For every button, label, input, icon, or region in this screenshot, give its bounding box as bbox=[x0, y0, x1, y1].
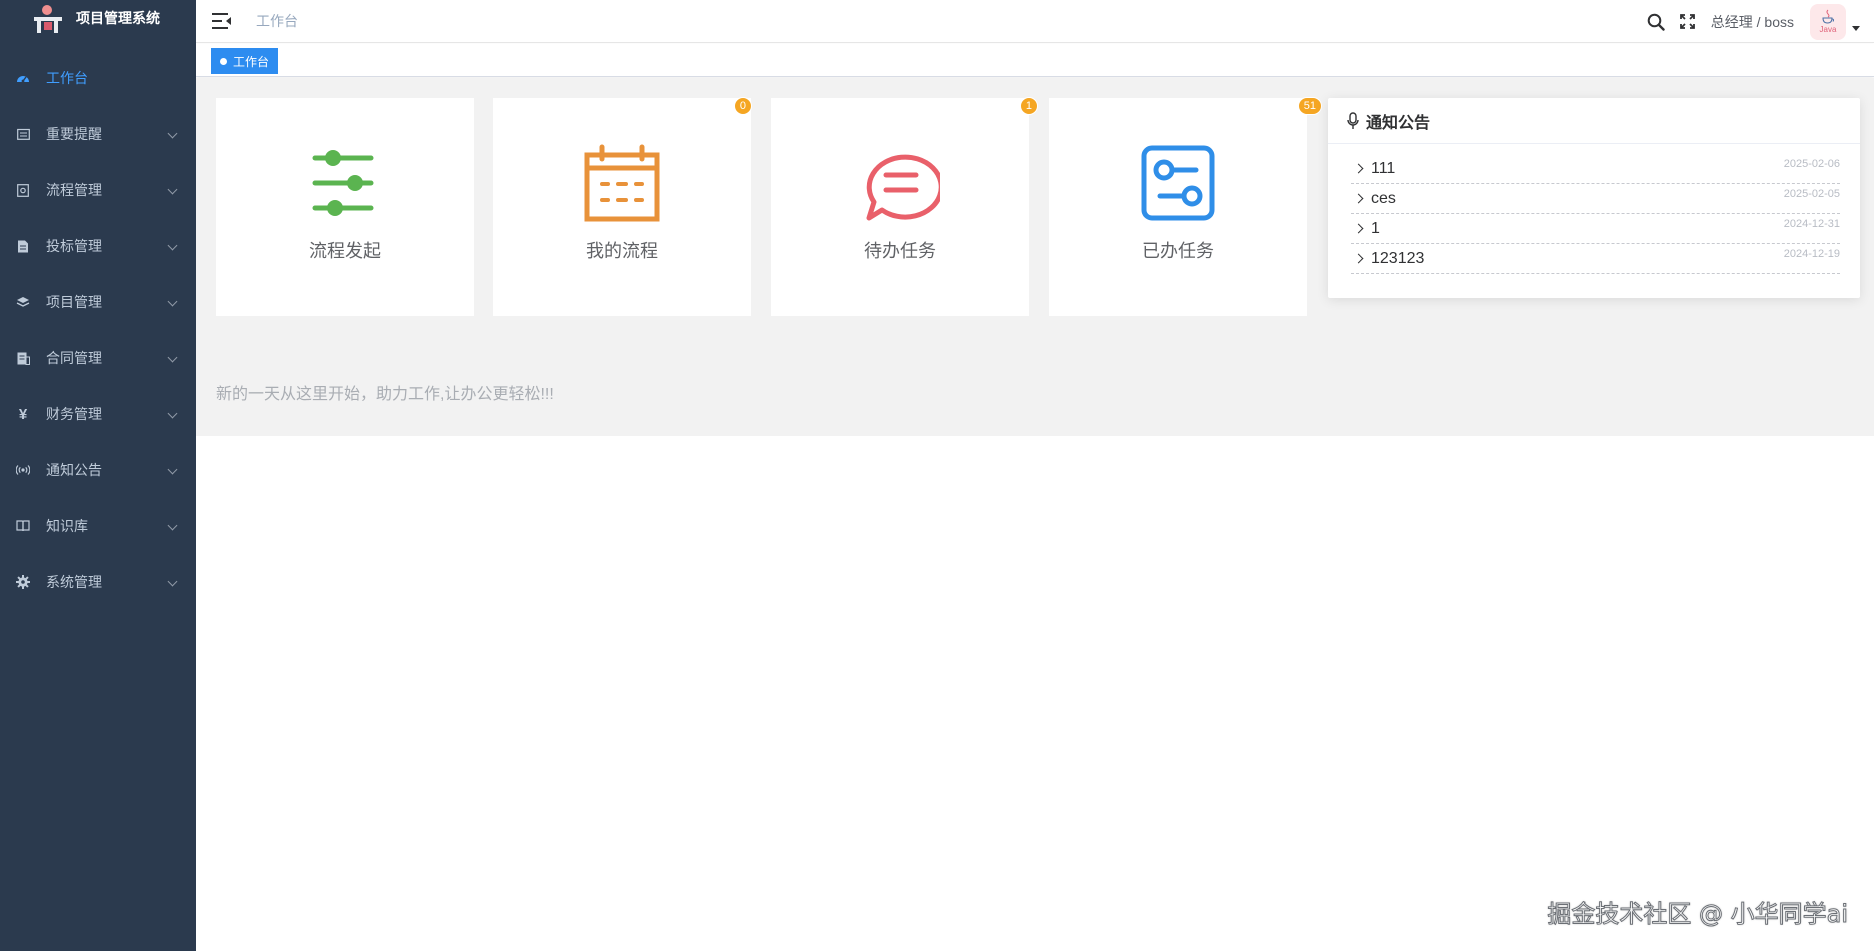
toggle-icon bbox=[1141, 145, 1215, 221]
document-icon bbox=[16, 239, 30, 253]
chat-icon bbox=[866, 154, 940, 221]
notice-item-title: 111 bbox=[1371, 159, 1396, 177]
notice-item-title: 1 bbox=[1371, 219, 1380, 237]
sidebar-item-label: 项目管理 bbox=[46, 294, 102, 310]
sidebar-item-label: 流程管理 bbox=[46, 182, 102, 198]
tag-label: 工作台 bbox=[233, 54, 270, 69]
active-dot-icon bbox=[220, 57, 227, 65]
book-icon bbox=[16, 519, 30, 533]
notice-item[interactable]: ces 2025-02-05 bbox=[1351, 184, 1840, 214]
chevron-down-icon bbox=[167, 408, 178, 419]
yen-icon: ¥ bbox=[18, 405, 28, 423]
search-icon[interactable] bbox=[1645, 11, 1667, 33]
calendar-icon bbox=[584, 144, 660, 222]
notice-item-title: 123123 bbox=[1371, 249, 1425, 267]
gear-icon bbox=[16, 575, 30, 589]
tags-view-bar: 工作台 bbox=[196, 44, 1874, 77]
notice-item[interactable]: 123123 2024-12-19 bbox=[1351, 244, 1840, 274]
card-start-process[interactable]: 流程发起 bbox=[216, 98, 474, 316]
chevron-down-icon bbox=[167, 464, 178, 475]
sidebar-item-label: 知识库 bbox=[46, 518, 88, 534]
sidebar-item-label: 投标管理 bbox=[46, 238, 102, 254]
notice-item-date: 2025-02-05 bbox=[1783, 188, 1840, 200]
java-cup-icon bbox=[1822, 9, 1835, 24]
notice-item[interactable]: 111 2025-02-06 bbox=[1351, 154, 1840, 184]
notice-title: 通知公告 bbox=[1366, 114, 1431, 132]
count-badge: 1 bbox=[1019, 97, 1038, 115]
app-logo-icon bbox=[32, 3, 64, 33]
card-label: 已办任务 bbox=[1142, 241, 1214, 261]
notice-item-title: ces bbox=[1371, 189, 1396, 207]
chevron-right-icon bbox=[1353, 253, 1364, 264]
card-label: 待办任务 bbox=[864, 241, 936, 261]
sidebar-item-finance[interactable]: ¥ 财务管理 bbox=[0, 386, 196, 442]
notice-item-date: 2024-12-31 bbox=[1783, 218, 1840, 230]
sidebar-item-projects[interactable]: 项目管理 bbox=[0, 274, 196, 330]
chevron-down-icon bbox=[167, 240, 178, 251]
sidebar-item-knowledge[interactable]: 知识库 bbox=[0, 498, 196, 554]
sidebar: 项目管理系统 工作台 重要提醒 流程管理 投标管理 项目管理 合同管理 ¥ 财务… bbox=[0, 0, 196, 951]
app-title: 项目管理系统 bbox=[76, 10, 160, 26]
count-badge: 51 bbox=[1297, 97, 1322, 115]
breadcrumb[interactable]: 工作台 bbox=[256, 11, 298, 31]
sidebar-item-label: 通知公告 bbox=[46, 462, 102, 478]
card-todo-tasks[interactable]: 1 待办任务 bbox=[771, 97, 1038, 316]
watermark: 掘金技术社区 @ 小华同学ai bbox=[1547, 900, 1849, 929]
chevron-down-icon bbox=[167, 520, 178, 531]
chevron-down-icon bbox=[167, 128, 178, 139]
sidebar-item-label: 合同管理 bbox=[46, 350, 102, 366]
sliders-icon bbox=[312, 150, 374, 216]
main-content: 流程发起 0 我的流程 1 待办任务 51 已办任务 通知公告 111 2025… bbox=[196, 78, 1874, 436]
sidebar-item-dashboard[interactable]: 工作台 bbox=[0, 50, 196, 106]
caret-down-icon[interactable] bbox=[1852, 26, 1860, 31]
sidebar-menu: 工作台 重要提醒 流程管理 投标管理 项目管理 合同管理 ¥ 财务管理 通知公告… bbox=[0, 50, 196, 610]
user-role-label[interactable]: 总经理 / boss bbox=[1711, 12, 1794, 32]
sidebar-item-bidding[interactable]: 投标管理 bbox=[0, 218, 196, 274]
brand[interactable]: 项目管理系统 bbox=[0, 0, 196, 36]
count-badge: 0 bbox=[733, 97, 752, 115]
sidebar-item-notices[interactable]: 通知公告 bbox=[0, 442, 196, 498]
card-my-process[interactable]: 0 我的流程 bbox=[493, 97, 752, 316]
sidebar-item-label: 工作台 bbox=[46, 70, 88, 86]
sidebar-item-label: 系统管理 bbox=[46, 574, 102, 590]
chevron-down-icon bbox=[167, 576, 178, 587]
broadcast-icon bbox=[16, 463, 30, 477]
avatar[interactable]: Java bbox=[1810, 3, 1846, 40]
chevron-down-icon bbox=[167, 296, 178, 307]
sidebar-item-label: 财务管理 bbox=[46, 406, 102, 422]
notice-list: 111 2025-02-06 ces 2025-02-05 1 2024-12-… bbox=[1351, 154, 1840, 274]
dashboard-icon bbox=[16, 71, 30, 85]
fullscreen-icon[interactable] bbox=[1677, 11, 1699, 33]
sidebar-item-label: 重要提醒 bbox=[46, 126, 102, 142]
card-label: 我的流程 bbox=[586, 241, 658, 261]
notice-item-date: 2024-12-19 bbox=[1783, 248, 1840, 260]
contract-icon bbox=[16, 351, 30, 365]
sidebar-item-system[interactable]: 系统管理 bbox=[0, 554, 196, 610]
card-label: 流程发起 bbox=[309, 241, 381, 261]
microphone-icon bbox=[1347, 111, 1359, 129]
welcome-tagline: 新的一天从这里开始，助力工作,让办公更轻松!!! bbox=[216, 386, 554, 403]
menu-toggle-icon[interactable] bbox=[212, 13, 232, 29]
chevron-down-icon bbox=[167, 352, 178, 363]
sidebar-item-contracts[interactable]: 合同管理 bbox=[0, 330, 196, 386]
sidebar-item-process[interactable]: 流程管理 bbox=[0, 162, 196, 218]
flow-icon bbox=[16, 183, 30, 197]
avatar-text: Java bbox=[1819, 25, 1837, 34]
notice-panel: 通知公告 111 2025-02-06 ces 2025-02-05 1 202… bbox=[1328, 98, 1860, 298]
tag-dashboard[interactable]: 工作台 bbox=[211, 48, 279, 74]
notice-item-date: 2025-02-06 bbox=[1783, 158, 1840, 170]
chevron-right-icon bbox=[1353, 163, 1364, 174]
chevron-right-icon bbox=[1353, 193, 1364, 204]
calendar-icon bbox=[16, 127, 30, 141]
notice-header: 通知公告 bbox=[1328, 98, 1860, 144]
header-actions: 总经理 / boss Java bbox=[1645, 0, 1860, 43]
top-header: 工作台 总经理 / boss Java bbox=[196, 0, 1874, 43]
chevron-right-icon bbox=[1353, 223, 1364, 234]
notice-item[interactable]: 1 2024-12-31 bbox=[1351, 214, 1840, 244]
chevron-down-icon bbox=[167, 184, 178, 195]
sidebar-item-reminders[interactable]: 重要提醒 bbox=[0, 106, 196, 162]
layers-icon bbox=[16, 295, 30, 309]
card-done-tasks[interactable]: 51 已办任务 bbox=[1049, 97, 1322, 316]
